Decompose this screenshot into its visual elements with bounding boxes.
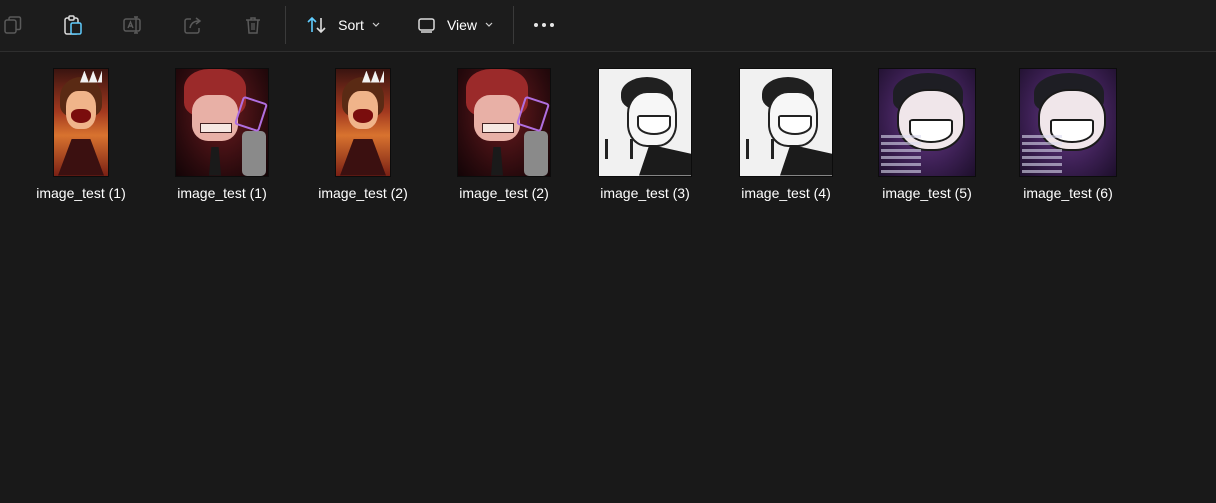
file-item[interactable]: image_test (3)	[580, 67, 710, 209]
file-name: image_test (3)	[600, 185, 690, 201]
delete-icon	[246, 17, 260, 34]
file-item[interactable]: image_test (2)	[439, 67, 569, 209]
share-button[interactable]	[178, 8, 208, 42]
file-name: image_test (4)	[741, 185, 831, 201]
file-item[interactable]: image_test (2)	[298, 67, 428, 209]
file-item[interactable]: image_test (6)	[1003, 67, 1133, 209]
copy-icon	[4, 16, 22, 34]
view-label: View	[446, 17, 478, 33]
paste-icon	[64, 15, 82, 35]
sort-icon	[307, 16, 326, 34]
chevron-down-icon	[485, 22, 493, 27]
delete-button[interactable]	[238, 8, 268, 42]
file-grid: image_test (1) image_test (1) image_test…	[0, 53, 1216, 503]
file-name: image_test (6)	[1023, 185, 1113, 201]
file-thumbnail	[599, 68, 691, 176]
toolbar-separator	[513, 6, 514, 44]
sort-label: Sort	[338, 17, 364, 33]
file-name: image_test (1)	[36, 185, 126, 201]
file-name: image_test (2)	[318, 185, 408, 201]
paste-button[interactable]	[58, 8, 88, 42]
file-item[interactable]: image_test (5)	[862, 67, 992, 209]
file-name: image_test (1)	[177, 185, 267, 201]
file-thumbnail	[879, 68, 975, 176]
chevron-down-icon	[372, 22, 380, 27]
file-item[interactable]: image_test (1)	[16, 67, 146, 209]
file-thumbnail	[336, 68, 390, 176]
toolbar-separator	[285, 6, 286, 44]
view-icon	[418, 18, 435, 33]
copy-button[interactable]	[0, 8, 26, 42]
file-item[interactable]: image_test (1)	[157, 67, 287, 209]
rename-icon	[123, 16, 141, 34]
file-thumbnail	[54, 68, 108, 176]
file-thumbnail	[176, 68, 268, 176]
file-thumbnail	[1020, 68, 1116, 176]
file-thumbnail	[458, 68, 550, 176]
command-bar: Sort View	[0, 0, 1216, 52]
file-thumbnail	[740, 68, 832, 176]
more-options-button[interactable]	[528, 8, 560, 42]
view-button[interactable]: View	[414, 8, 496, 42]
rename-button[interactable]	[118, 8, 148, 42]
more-icon	[534, 23, 554, 27]
share-icon	[184, 17, 202, 34]
sort-button[interactable]: Sort	[302, 8, 384, 42]
file-name: image_test (2)	[459, 185, 549, 201]
file-item[interactable]: image_test (4)	[721, 67, 851, 209]
file-name: image_test (5)	[882, 185, 972, 201]
